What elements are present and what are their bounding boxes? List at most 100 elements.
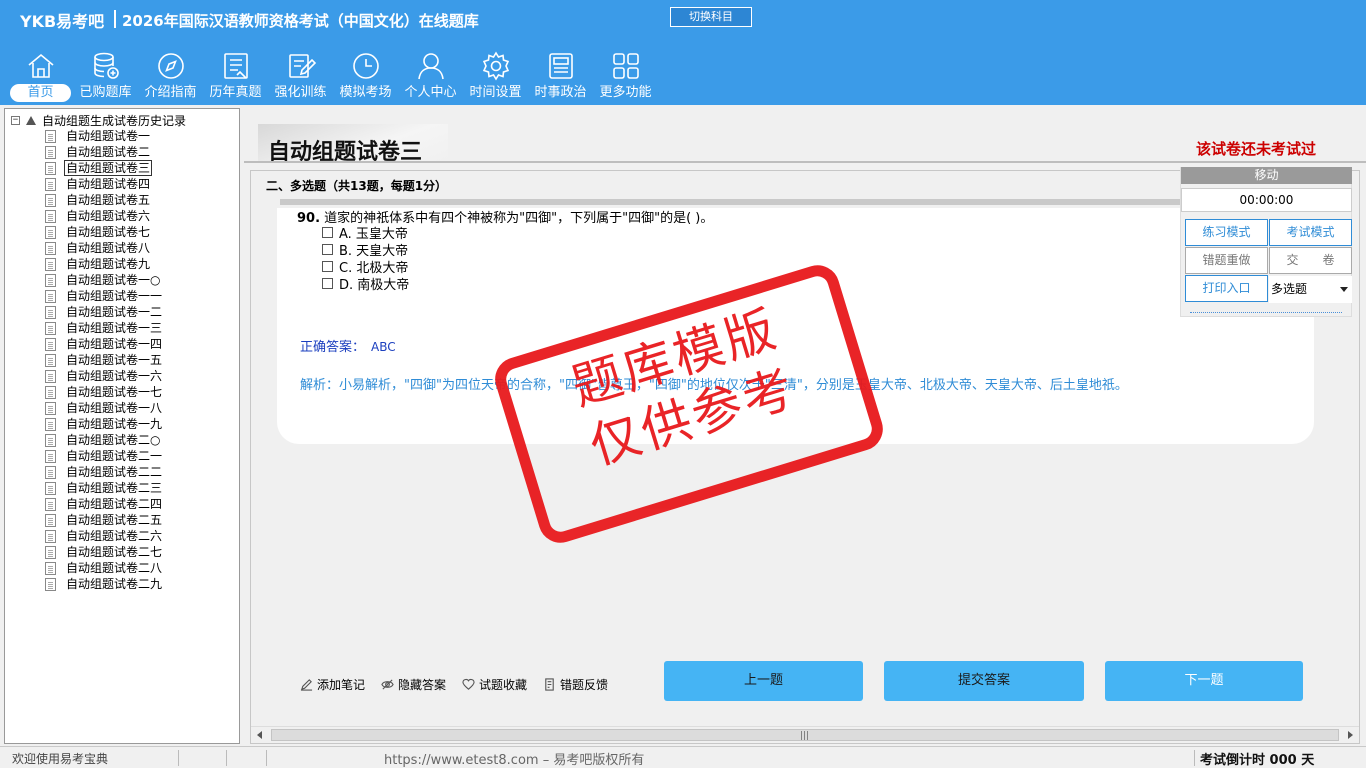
document-icon (45, 289, 56, 303)
tree-item[interactable]: 自动组题试卷一五 (45, 352, 164, 368)
document-icon (45, 305, 56, 319)
tree-item-label: 自动组题试卷八 (66, 241, 151, 255)
tree-item-label: 自动组题试卷一 (66, 129, 151, 143)
document-icon (45, 225, 56, 239)
clock-icon (352, 53, 379, 79)
tree-item-label: 自动组题试卷二三 (66, 481, 163, 495)
horizontal-scrollbar[interactable]: ||| (251, 726, 1359, 743)
tree-item[interactable]: 自动组题试卷一八 (45, 400, 164, 416)
print-button[interactable]: 打印入口 (1185, 275, 1268, 302)
scrollbar-thumb[interactable]: ||| (271, 729, 1339, 741)
tree-item[interactable]: 自动组题试卷二五 (45, 512, 164, 528)
submit-paper-button[interactable]: 交 卷 (1269, 247, 1352, 274)
document-icon (45, 385, 56, 399)
scroll-right-icon[interactable] (1348, 731, 1353, 739)
tree-item[interactable]: 自动组题试卷一 (45, 128, 164, 144)
panel-resize-handle[interactable] (1190, 312, 1342, 314)
tree-item[interactable]: 自动组题试卷一四 (45, 336, 164, 352)
option-d[interactable]: D. 南极大帝 (322, 275, 409, 293)
tree-item[interactable]: 自动组题试卷一九 (45, 416, 164, 432)
prev-question-button[interactable]: 上一题 (664, 661, 863, 701)
tree-item[interactable]: 自动组题试卷六 (45, 208, 164, 224)
welcome-text: 欢迎使用易考宝典 (12, 752, 109, 766)
favorite-button[interactable]: 试题收藏 (462, 676, 527, 693)
tree-item-label: 自动组题试卷二一 (66, 449, 163, 463)
document-icon (45, 529, 56, 543)
tree-item[interactable]: 自动组题试卷二四 (45, 496, 164, 512)
tree-item[interactable]: 自动组题试卷三 (45, 160, 164, 176)
tree-item[interactable]: 自动组题试卷四 (45, 176, 164, 192)
tree-item[interactable]: 自动组题试卷九 (45, 256, 164, 272)
checkbox[interactable] (322, 227, 333, 238)
checkbox[interactable] (322, 244, 333, 255)
nav-item-purchased[interactable]: 已购题库 (73, 46, 138, 104)
redo-wrong-button[interactable]: 错题重做 (1185, 247, 1268, 274)
tree-item-label: 自动组题试卷五 (66, 193, 151, 207)
collapse-icon[interactable]: − (11, 115, 20, 125)
scroll-left-icon[interactable] (257, 731, 262, 739)
main-nav: 首页 已购题库 介绍指南 历年真题 强化训练 模拟考场 个人中心 时间设置 时事… (8, 46, 658, 104)
tree-item[interactable]: 自动组题试卷二○ (45, 432, 164, 448)
nav-item-training[interactable]: 强化训练 (268, 46, 333, 104)
move-handle[interactable]: 移动 (1181, 167, 1352, 184)
tree-item-label: 自动组题试卷四 (66, 177, 151, 191)
document-icon (45, 545, 56, 559)
nav-item-mock-exam[interactable]: 模拟考场 (333, 46, 398, 104)
hide-answer-button[interactable]: 隐藏答案 (381, 676, 446, 693)
nav-item-home[interactable]: 首页 (8, 46, 73, 104)
checkbox[interactable] (322, 278, 333, 289)
tree-item-label: 自动组题试卷一八 (66, 401, 163, 415)
nav-item-time-settings[interactable]: 时间设置 (463, 46, 528, 104)
exam-mode-button[interactable]: 考试模式 (1269, 219, 1352, 246)
tree-item[interactable]: 自动组题试卷二 (45, 144, 164, 160)
tree-item[interactable]: 自动组题试卷一○ (45, 272, 164, 288)
tree-item[interactable]: 自动组题试卷一六 (45, 368, 164, 384)
tree-item[interactable]: 自动组题试卷一二 (45, 304, 164, 320)
nav-item-past-papers[interactable]: 历年真题 (203, 46, 268, 104)
nav-item-guide[interactable]: 介绍指南 (138, 46, 203, 104)
tree-item[interactable]: 自动组题试卷二七 (45, 544, 164, 560)
tree-root[interactable]: − 自动组题生成试卷历史记录 (11, 112, 186, 128)
option-b[interactable]: B. 天皇大帝 (322, 241, 409, 259)
tree-item[interactable]: 自动组题试卷二三 (45, 480, 164, 496)
option-a[interactable]: A. 玉皇大帝 (322, 224, 409, 242)
tree-item[interactable]: 自动组题试卷二二 (45, 464, 164, 480)
document-icon (45, 401, 56, 415)
tree-item[interactable]: 自动组题试卷一一 (45, 288, 164, 304)
answer-value: ABC (371, 340, 396, 354)
paper-history-tree[interactable]: − 自动组题生成试卷历史记录 自动组题试卷一 自动组题试卷二 自动组题试卷三 自动组题… (4, 108, 240, 744)
add-note-button[interactable]: 添加笔记 (300, 676, 365, 693)
tree-item[interactable]: 自动组题试卷二六 (45, 528, 164, 544)
nav-item-profile[interactable]: 个人中心 (398, 46, 463, 104)
tree-item[interactable]: 自动组题试卷七 (45, 224, 164, 240)
practice-mode-button[interactable]: 练习模式 (1185, 219, 1268, 246)
tree-item-label: 自动组题试卷二○ (66, 433, 161, 447)
nav-item-current-affairs[interactable]: 时事政治 (528, 46, 593, 104)
tree-item[interactable]: 自动组题试卷二一 (45, 448, 164, 464)
tree-item[interactable]: 自动组题试卷八 (45, 240, 164, 256)
document-icon (45, 577, 56, 591)
status-divider (226, 750, 227, 766)
document-icon (45, 241, 56, 255)
next-question-button[interactable]: 下一题 (1105, 661, 1303, 701)
feedback-button[interactable]: 错题反馈 (543, 676, 608, 693)
submit-answer-button[interactable]: 提交答案 (884, 661, 1084, 701)
tree-item[interactable]: 自动组题试卷二九 (45, 576, 164, 592)
option-c[interactable]: C. 北极大帝 (322, 258, 409, 276)
app-title: 2026年国际汉语教师资格考试（中国文化）在线题库 (122, 12, 479, 30)
tree-item[interactable]: 自动组题试卷一三 (45, 320, 164, 336)
document-icon (45, 481, 56, 495)
question-type-value: 多选题 (1271, 282, 1308, 296)
question-type-select[interactable]: 多选题 (1269, 276, 1352, 303)
nav-item-more[interactable]: 更多功能 (593, 46, 658, 104)
document-icon (45, 257, 56, 271)
document-icon (45, 129, 56, 143)
tree-item[interactable]: 自动组题试卷一七 (45, 384, 164, 400)
list-icon (223, 53, 248, 79)
switch-subject-button[interactable]: 切换科目 (670, 7, 752, 27)
tree-item[interactable]: 自动组题试卷二八 (45, 560, 164, 576)
tree-item-label: 自动组题试卷二九 (66, 577, 163, 591)
tree-item[interactable]: 自动组题试卷五 (45, 192, 164, 208)
checkbox[interactable] (322, 261, 333, 272)
tree-item-label: 自动组题试卷三 (64, 160, 153, 176)
